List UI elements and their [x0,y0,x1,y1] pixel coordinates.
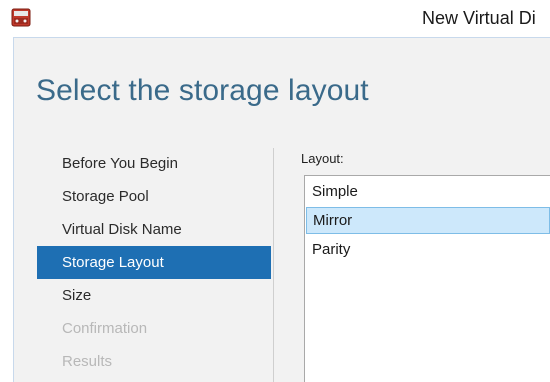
step-before-you-begin[interactable]: Before You Begin [37,147,271,180]
layout-listbox[interactable]: Simple Mirror Parity [304,175,550,382]
title-bar: New Virtual Di [0,0,550,37]
step-results: Results [62,353,113,370]
wizard-steps-nav: Before You Begin Storage Pool Virtual Di… [37,147,271,378]
step-storage-layout[interactable]: Storage Layout [37,246,271,279]
nav-divider [273,148,274,382]
step-virtual-disk-name[interactable]: Virtual Disk Name [37,213,271,246]
virtual-disk-wizard-icon [11,8,31,27]
layout-option-parity[interactable]: Parity [306,236,550,263]
layout-label: Layout: [301,151,344,166]
layout-option-simple[interactable]: Simple [306,178,550,205]
step-confirmation: Confirmation [62,320,148,337]
window-title: New Virtual Di [422,8,536,28]
wizard-window: New Virtual Di Select the storage layout… [0,0,550,382]
step-storage-pool[interactable]: Storage Pool [37,180,271,213]
layout-option-mirror[interactable]: Mirror [306,207,550,234]
page-title: Select the storage layout [36,74,369,107]
step-size[interactable]: Size [37,279,271,312]
